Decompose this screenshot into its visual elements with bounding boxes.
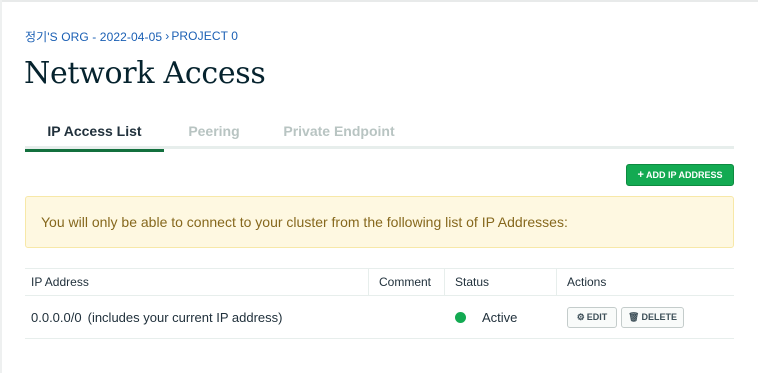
column-header-status: Status bbox=[445, 269, 557, 295]
gear-icon: ⚙ bbox=[576, 311, 585, 322]
info-banner: You will only be able to connect to your… bbox=[25, 196, 734, 248]
edit-button[interactable]: ⚙ EDIT bbox=[567, 306, 617, 328]
comment-cell bbox=[369, 296, 445, 338]
tab-private-endpoint[interactable]: Private Endpoint bbox=[264, 118, 414, 149]
column-header-comment: Comment bbox=[369, 269, 445, 295]
window-top-border bbox=[0, 0, 758, 2]
table-row: 0.0.0.0/0 (includes your current IP addr… bbox=[25, 296, 734, 339]
actions-cell: ⚙ EDIT 🗑 DELETE bbox=[557, 296, 734, 338]
delete-label: DELETE bbox=[641, 312, 677, 322]
ip-address-note: (includes your current IP address) bbox=[87, 309, 283, 325]
breadcrumb-project-link[interactable]: PROJECT 0 bbox=[171, 29, 238, 43]
breadcrumb: 정기'S ORG - 2022-04-05 › PROJECT 0 bbox=[25, 28, 238, 44]
info-banner-text: You will only be able to connect to your… bbox=[41, 214, 568, 230]
edit-label: EDIT bbox=[586, 312, 608, 322]
tab-ip-access-list[interactable]: IP Access List bbox=[25, 118, 164, 152]
status-label: Active bbox=[482, 309, 518, 325]
trash-icon: 🗑 bbox=[628, 311, 640, 322]
page-title: Network Access bbox=[24, 56, 266, 91]
column-header-ip-address: IP Address bbox=[25, 269, 369, 295]
ip-address-value: 0.0.0.0/0 bbox=[31, 309, 82, 325]
chevron-right-icon: › bbox=[165, 29, 170, 43]
ip-address-cell: 0.0.0.0/0 (includes your current IP addr… bbox=[25, 296, 369, 338]
column-header-actions: Actions bbox=[567, 275, 607, 289]
ip-access-table: IP Address Comment Status Actions 0.0.0.… bbox=[25, 268, 734, 339]
delete-button[interactable]: 🗑 DELETE bbox=[621, 306, 684, 328]
add-ip-address-label: ADD IP ADDRESS bbox=[645, 170, 723, 180]
breadcrumb-org-link[interactable]: 정기'S ORG - 2022-04-05 bbox=[25, 28, 162, 45]
status-cell: Active bbox=[445, 296, 557, 338]
add-ip-address-button[interactable]: + ADD IP ADDRESS bbox=[626, 164, 734, 186]
window-left-border bbox=[0, 0, 2, 373]
plus-icon: + bbox=[637, 168, 644, 181]
tab-peering[interactable]: Peering bbox=[164, 118, 264, 149]
table-header-row: IP Address Comment Status Actions bbox=[25, 269, 734, 296]
status-active-icon bbox=[455, 311, 466, 323]
tab-bar: IP Access List Peering Private Endpoint bbox=[25, 118, 734, 152]
